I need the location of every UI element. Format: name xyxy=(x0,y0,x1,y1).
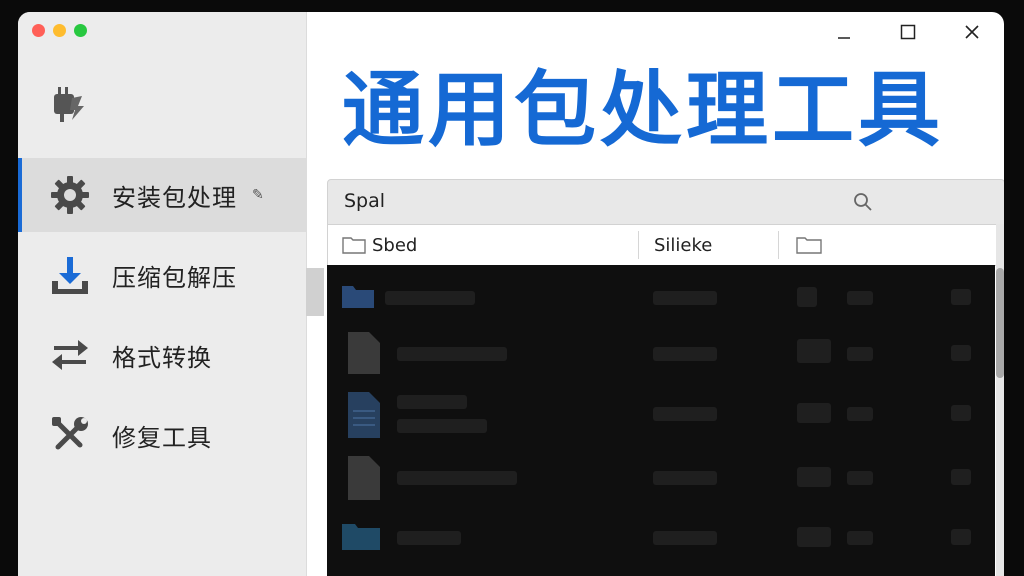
column-header-type[interactable] xyxy=(796,225,822,265)
column-divider[interactable] xyxy=(778,231,779,259)
document-icon xyxy=(348,392,380,438)
search-input[interactable]: Spal xyxy=(344,190,385,212)
list-item[interactable] xyxy=(327,269,995,329)
edit-pencil-icon[interactable]: ✎ xyxy=(252,187,264,203)
table-header: Sbed Silieke xyxy=(327,224,997,266)
list-scrollbar[interactable] xyxy=(996,224,1004,576)
list-scrollbar-thumb[interactable] xyxy=(996,268,1004,378)
file-icon xyxy=(348,332,380,374)
window-controls xyxy=(812,12,1004,52)
list-item[interactable] xyxy=(327,449,995,509)
list-item[interactable] xyxy=(327,325,995,385)
wrench-screwdriver-icon xyxy=(52,417,88,450)
column-divider[interactable] xyxy=(638,231,639,259)
list-item[interactable] xyxy=(327,385,995,445)
folder-icon xyxy=(342,237,366,254)
minimize-dot[interactable] xyxy=(53,24,66,37)
minimize-icon xyxy=(838,37,850,39)
sidebar-nav: 安装包处理 ✎ 压缩包解压 格式转换 修复工具 xyxy=(18,158,306,478)
column-header-size[interactable]: Silieke xyxy=(654,225,712,265)
maximize-button[interactable] xyxy=(876,12,940,52)
search-icon[interactable] xyxy=(853,192,873,212)
sidebar-item-extract[interactable]: 压缩包解压 xyxy=(18,238,306,312)
sidebar-item-label: 压缩包解压 xyxy=(112,263,237,292)
gear-icon xyxy=(51,176,89,214)
column-label: Sbed xyxy=(372,234,418,256)
app-window: 安装包处理 ✎ 压缩包解压 格式转换 修复工具 通用包处理工具 Spal Sbe… xyxy=(18,12,1004,576)
folder-icon xyxy=(796,237,822,254)
sidebar: 安装包处理 ✎ 压缩包解压 格式转换 修复工具 xyxy=(18,12,307,576)
maximize-icon xyxy=(900,24,916,40)
sidebar-item-convert[interactable]: 格式转换 xyxy=(18,318,306,392)
list-item[interactable] xyxy=(327,513,995,573)
zoom-dot[interactable] xyxy=(74,24,87,37)
folder-icon xyxy=(342,524,380,550)
sidebar-item-installer[interactable]: 安装包处理 ✎ xyxy=(18,158,306,232)
swap-arrows-icon xyxy=(52,340,88,370)
file-list xyxy=(327,265,995,576)
folder-icon xyxy=(342,286,374,308)
download-icon xyxy=(52,257,88,294)
close-button[interactable] xyxy=(940,12,1004,52)
sidebar-item-repair[interactable]: 修复工具 xyxy=(18,398,306,472)
search-bar[interactable]: Spal xyxy=(327,179,1004,225)
app-logo-icon xyxy=(54,87,84,122)
file-icon xyxy=(348,456,380,500)
sidebar-item-label: 安装包处理 xyxy=(112,183,237,212)
column-header-name[interactable]: Sbed xyxy=(342,225,417,265)
close-dot[interactable] xyxy=(32,24,45,37)
sidebar-item-label: 格式转换 xyxy=(112,343,212,372)
minimize-button[interactable] xyxy=(812,12,876,52)
page-title: 通用包处理工具 xyxy=(342,63,945,158)
close-icon xyxy=(965,25,979,39)
sidebar-item-label: 修复工具 xyxy=(112,423,212,452)
sidebar-scrollbar[interactable] xyxy=(306,268,324,316)
column-label: Silieke xyxy=(654,234,713,256)
traffic-lights xyxy=(32,24,87,37)
